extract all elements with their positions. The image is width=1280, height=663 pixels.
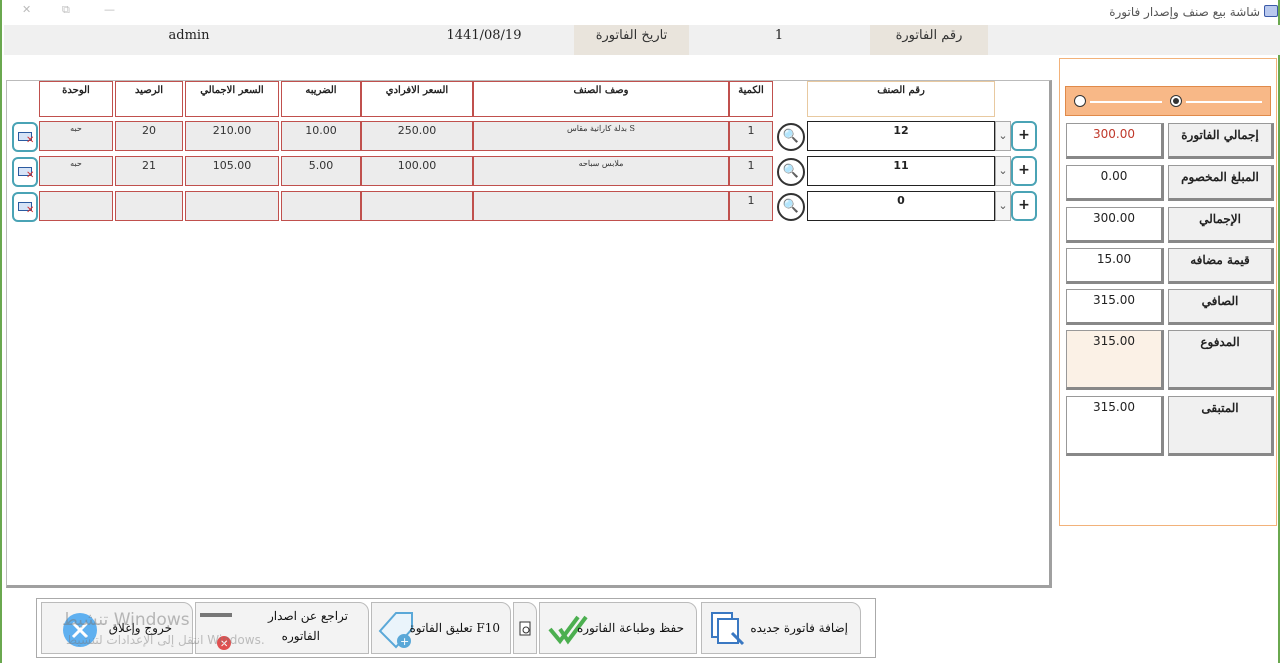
summary-label-paid: المدفوع [1168, 330, 1274, 390]
header-tax: الضريبه [281, 81, 361, 117]
header-unit-price: السعر الافرادي [361, 81, 473, 117]
summary-label-discount: المبلغ المخصوم [1168, 165, 1274, 201]
item-dropdown-button[interactable]: ⌄ [995, 156, 1011, 186]
cell-total-price: 210.00 [185, 121, 279, 151]
search-item-button[interactable]: 🔍 [777, 193, 805, 221]
cell-balance: 21 [115, 156, 183, 186]
title-bar: ✕ ⧉ — شاشة بيع صنف وإصدار فاتورة [2, 0, 1280, 24]
header-balance: الرصيد [115, 81, 183, 117]
header-qty: الكمية [729, 81, 773, 117]
summary-value-net: 315.00 [1066, 289, 1164, 325]
minimize-window-button[interactable]: — [104, 3, 115, 16]
header-total-price: السعر الاجمالي [185, 81, 279, 117]
search-icon: 🔍 [782, 199, 800, 214]
payment-option-radio-selected[interactable] [1170, 95, 1182, 107]
search-item-button[interactable]: 🔍 [777, 158, 805, 186]
add-row-button[interactable]: + [1011, 156, 1037, 186]
payment-option-line [1186, 101, 1262, 103]
summary-label-total: الإجمالي [1168, 207, 1274, 243]
cell-unit [39, 191, 113, 221]
invoice-info-bar: admin 1441/08/19 تاريخ الفاتورة 1 رقم ال… [4, 25, 1280, 55]
cell-unit: حبه [39, 156, 113, 186]
item-number-input[interactable]: 12 [807, 121, 995, 151]
summary-label-remaining: المتبقى [1168, 396, 1274, 456]
remove-icon: ✕ [26, 135, 35, 146]
invoice-number-value: 1 [774, 28, 784, 43]
payment-type-selector [1065, 86, 1271, 116]
item-dropdown-button[interactable]: ⌄ [995, 121, 1011, 151]
suspend-invoice-button[interactable]: + تعليق الفاتوة F10 [371, 602, 511, 654]
suspend-invoice-label: تعليق الفاتوة F10 [409, 621, 500, 635]
document-preview-icon [519, 621, 531, 636]
delete-row-button[interactable]: ✕ [12, 192, 38, 222]
new-invoice-label: إضافة فاتورة جديده [750, 621, 848, 635]
qty-input[interactable]: 1 [729, 191, 773, 221]
invoice-number-label: رقم الفاتورة [870, 25, 988, 55]
app-icon [1264, 5, 1278, 17]
cell-unit-price: 250.00 [361, 121, 473, 151]
cell-tax: 10.00 [281, 121, 361, 151]
close-window-button[interactable]: ✕ [22, 3, 31, 16]
qty-input[interactable]: 1 [729, 156, 773, 186]
invoice-date-label: تاريخ الفاتورة [574, 25, 689, 55]
search-icon: 🔍 [782, 164, 800, 179]
header-description: وصف الصنف [473, 81, 729, 117]
summary-value-invoice-total: 300.00 [1066, 123, 1164, 159]
cell-balance: 20 [115, 121, 183, 151]
summary-label-vat: قيمة مضافه [1168, 248, 1274, 284]
new-document-icon [711, 612, 745, 646]
restore-window-button[interactable]: ⧉ [62, 3, 70, 17]
cell-unit-price [361, 191, 473, 221]
new-invoice-button[interactable]: إضافة فاتورة جديده [701, 602, 861, 654]
svg-text:+: + [400, 635, 409, 648]
cell-total-price [185, 191, 279, 221]
add-row-button[interactable]: + [1011, 191, 1037, 221]
cell-description: بدلة كاراتية مقاس S [473, 121, 729, 151]
item-number-input[interactable]: 11 [807, 156, 995, 186]
invoice-date-value: 1441/08/19 [446, 28, 522, 43]
remove-icon: ✕ [26, 205, 35, 216]
activation-watermark-subtitle: انتقل إلى الإعدادات لتنشيط Windows. [66, 633, 265, 647]
cell-tax: 5.00 [281, 156, 361, 186]
delete-row-button[interactable]: ✕ [12, 157, 38, 187]
user-name: admin [168, 28, 210, 43]
save-print-button[interactable]: حفظ وطباعة الفاتوره [539, 602, 697, 654]
search-item-button[interactable]: 🔍 [777, 123, 805, 151]
summary-label-net: الصافي [1168, 289, 1274, 325]
item-dropdown-button[interactable]: ⌄ [995, 191, 1011, 221]
preview-button[interactable] [513, 602, 537, 654]
save-print-label: حفظ وطباعة الفاتوره [576, 621, 684, 635]
cell-balance [115, 191, 183, 221]
delete-row-button[interactable]: ✕ [12, 122, 38, 152]
summary-value-vat: 15.00 [1066, 248, 1164, 284]
cell-unit-price: 100.00 [361, 156, 473, 186]
search-icon: 🔍 [782, 129, 800, 144]
summary-value-remaining: 315.00 [1066, 396, 1164, 456]
summary-value-total: 300.00 [1066, 207, 1164, 243]
summary-value-discount[interactable]: 0.00 [1066, 165, 1164, 201]
header-item-no: رقم الصنف [807, 81, 995, 117]
summary-panel: إجمالي الفاتورة 300.00 المبلغ المخصوم 0.… [1059, 58, 1277, 526]
cancel-invoice-label-line1: تراجع عن اصدار [268, 609, 348, 623]
cell-description [473, 191, 729, 221]
cell-tax [281, 191, 361, 221]
summary-label-invoice-total: إجمالي الفاتورة [1168, 123, 1274, 159]
item-number-input[interactable]: 0 [807, 191, 995, 221]
payment-option-line [1090, 101, 1162, 103]
qty-input[interactable]: 1 [729, 121, 773, 151]
window-title: شاشة بيع صنف وإصدار فاتورة [1109, 5, 1260, 19]
cancel-invoice-label-line2: الفاتوره [281, 629, 320, 643]
summary-value-paid[interactable]: 315.00 [1066, 330, 1164, 390]
cell-total-price: 105.00 [185, 156, 279, 186]
app-window: ✕ ⧉ — شاشة بيع صنف وإصدار فاتورة admin 1… [0, 0, 1280, 663]
cell-unit: حبه [39, 121, 113, 151]
payment-option-radio[interactable] [1074, 95, 1086, 107]
header-unit: الوحدة [39, 81, 113, 117]
add-row-button[interactable]: + [1011, 121, 1037, 151]
cell-description: ملابس سباحه [473, 156, 729, 186]
remove-icon: ✕ [26, 170, 35, 181]
activation-watermark-title: تنشيط Windows [62, 610, 190, 630]
items-grid: الوحدة الرصيد السعر الاجمالي الضريبه الس… [6, 80, 1052, 588]
